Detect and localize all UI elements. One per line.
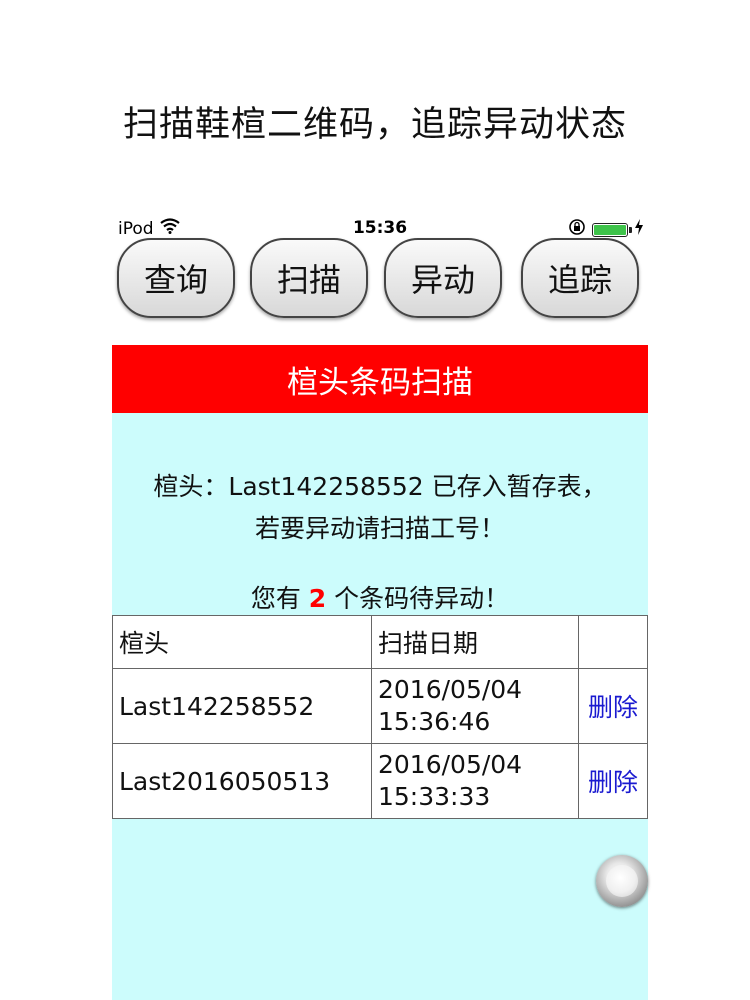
nav-buttons: 查询 扫描 异动 追踪 [112,238,648,320]
last-code: Last2016050513 [112,743,372,819]
saved-message: 楦头：Last142258552 已存入暂存表， [153,472,607,501]
query-button[interactable]: 查询 [117,238,235,318]
scan-panel: 楦头条码扫描 楦头：Last142258552 已存入暂存表， 若要异动请扫描工… [112,345,648,1000]
scan-datetime: 2016/05/04 15:33:33 [371,743,579,819]
header-scan-date: 扫描日期 [371,615,579,669]
pending-message: 您有 2 个条码待异动！ [112,579,648,615]
app-screen: 扫描鞋楦二维码，追踪异动状态 iPod 15:36 查询 扫描 异动 追踪 楦头… [0,0,750,1000]
scan-datetime: 2016/05/04 15:36:46 [371,668,579,744]
scan-date: 2016/05/04 [378,750,523,779]
move-button[interactable]: 异动 [384,238,502,318]
table-row: Last2016050513 2016/05/04 15:33:33 删除 [112,743,648,819]
table-header-row: 楦头 扫描日期 [112,615,648,669]
charging-icon [634,219,644,240]
track-button[interactable]: 追踪 [521,238,639,318]
panel-title: 楦头条码扫描 [112,345,648,413]
scan-table: 楦头 扫描日期 Last142258552 2016/05/04 15:36:4… [112,615,648,819]
battery-icon [592,222,632,237]
scan-time: 15:33:33 [378,782,491,811]
delete-link[interactable]: 删除 [578,668,648,744]
scan-time: 15:36:46 [378,707,491,736]
header-last: 楦头 [112,615,372,669]
table-row: Last142258552 2016/05/04 15:36:46 删除 [112,668,648,744]
pending-count: 2 [308,584,327,613]
scan-button[interactable]: 扫描 [250,238,368,318]
assistive-touch-button[interactable] [596,855,648,907]
pending-suffix: 个条码待异动！ [334,584,510,613]
pending-prefix: 您有 [250,584,301,613]
instruction-message: 若要异动请扫描工号！ [254,514,505,543]
last-code: Last142258552 [112,668,372,744]
page-caption: 扫描鞋楦二维码，追踪异动状态 [122,105,627,145]
scan-date: 2016/05/04 [378,675,523,704]
header-action [578,615,648,669]
delete-link[interactable]: 删除 [578,743,648,819]
